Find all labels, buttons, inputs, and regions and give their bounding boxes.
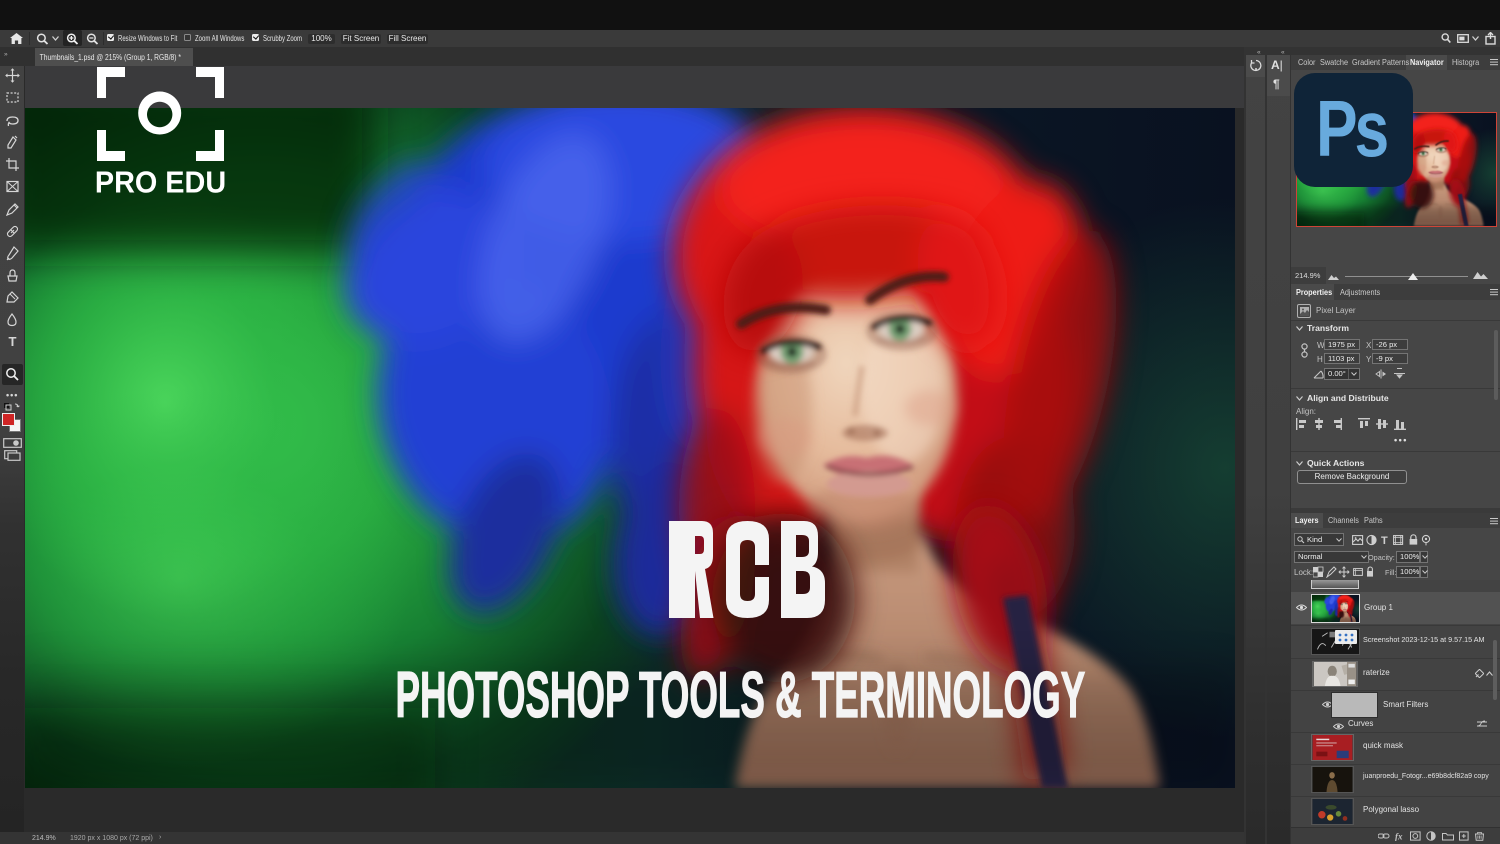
svg-text:T: T bbox=[8, 334, 16, 349]
svg-text:PRO EDU: PRO EDU bbox=[95, 166, 225, 193]
svg-text:T: T bbox=[1381, 535, 1388, 546]
svg-text:fx: fx bbox=[1395, 832, 1403, 842]
